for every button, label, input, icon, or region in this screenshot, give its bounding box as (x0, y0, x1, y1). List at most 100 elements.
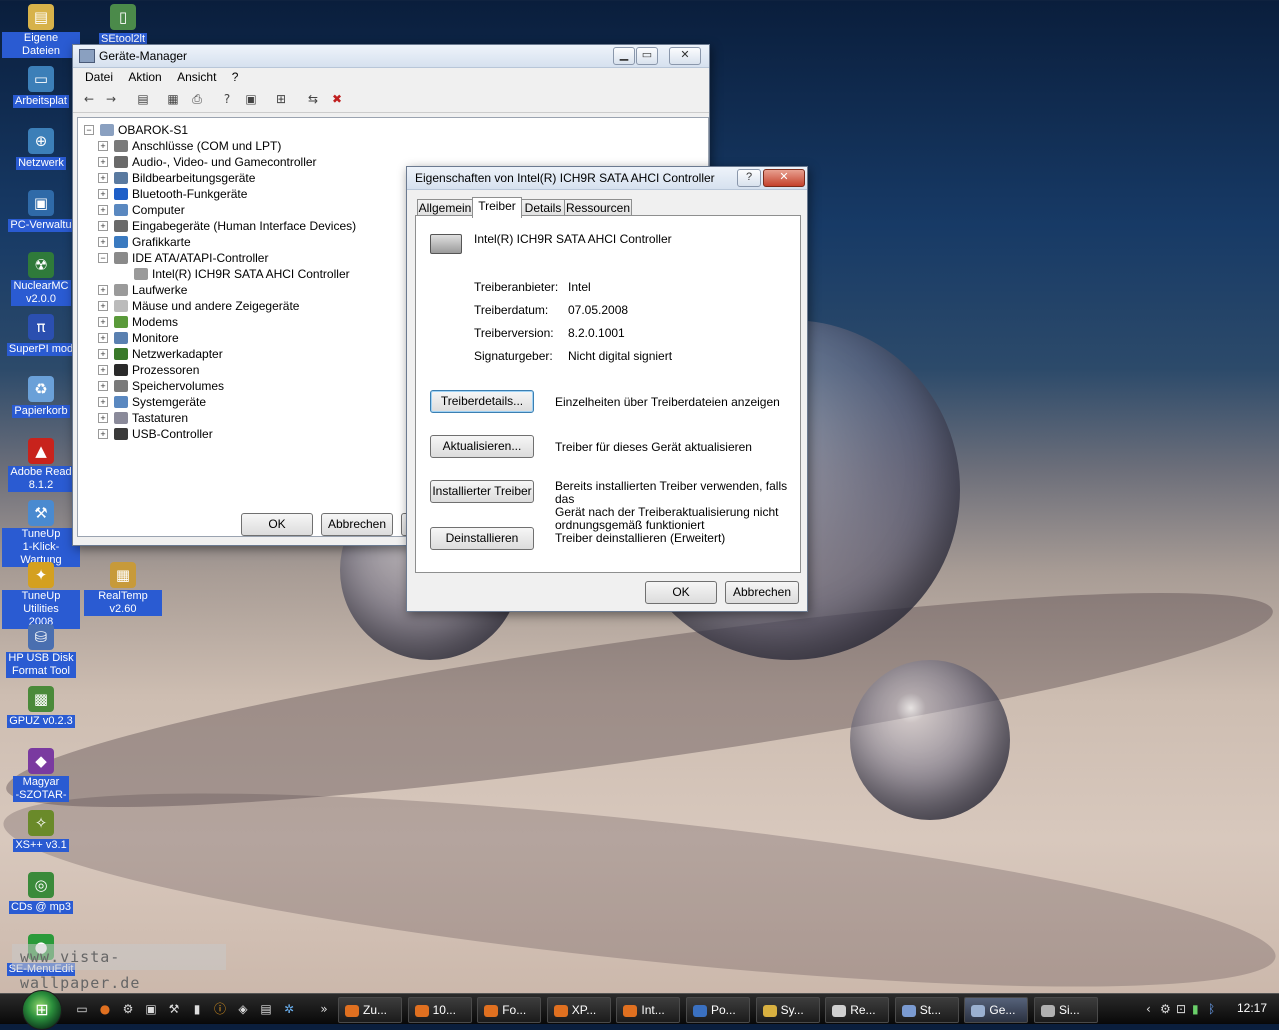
update-driver-button[interactable]: Aktualisieren... (430, 435, 534, 458)
info-icon[interactable]: ⓘ (212, 1001, 228, 1017)
back-arrow-icon[interactable]: ← (81, 92, 97, 106)
close-button[interactable]: ✕ (669, 47, 701, 65)
expand-expander[interactable]: + (98, 333, 108, 343)
print-icon[interactable]: ⎙ (189, 92, 205, 106)
bluetooth-tray-icon[interactable]: ᛒ (1208, 1001, 1215, 1017)
tray-expand-icon[interactable]: ‹ (1146, 1001, 1151, 1017)
expand-expander[interactable]: + (98, 189, 108, 199)
properties-dialog[interactable]: Eigenschaften von Intel(R) ICH9R SATA AH… (406, 166, 808, 612)
desktop-icon[interactable]: π SuperPI mod (2, 314, 80, 356)
desktop-icon[interactable]: ▩ GPUZ v0.2.3 (2, 686, 80, 728)
expand-expander[interactable]: + (98, 413, 108, 423)
network-tool-icon[interactable]: ⚒ (166, 1001, 182, 1017)
desktop-icon[interactable]: ✧ XS++ v3.1 (2, 810, 80, 852)
expand-expander[interactable]: + (98, 301, 108, 311)
forward-arrow-icon[interactable]: → (103, 92, 119, 106)
show-hide-tree-icon[interactable]: ▤ (135, 92, 151, 106)
taskbar-button[interactable]: St... (894, 997, 959, 1023)
menu-aktion[interactable]: Aktion (122, 68, 167, 84)
cpu-temp-tray-icon[interactable]: ▮ (1192, 1001, 1199, 1017)
taskbar-button[interactable]: Fo... (477, 997, 542, 1023)
help-button[interactable]: ? (737, 169, 761, 187)
expand-expander[interactable]: + (98, 397, 108, 407)
expand-expander[interactable]: + (98, 221, 108, 231)
expand-expander[interactable]: + (98, 205, 108, 215)
cancel-button[interactable]: Abbrechen (321, 513, 393, 536)
start-button[interactable]: ⊞ (22, 990, 62, 1030)
expand-expander[interactable]: + (98, 317, 108, 327)
minimize-button[interactable]: ▁ (613, 47, 635, 65)
tray-clock[interactable]: 12:17 (1237, 1001, 1267, 1015)
taskbar-button[interactable]: Int... (616, 997, 681, 1023)
taskbar-button[interactable]: Zu... (338, 997, 402, 1023)
nuclear-icon: ☢ (28, 252, 54, 278)
taskbar-button[interactable]: Sy... (755, 997, 820, 1023)
cancel-button[interactable]: Abbrechen (725, 581, 799, 604)
driver-details-button[interactable]: Treiberdetails... (430, 390, 534, 413)
taskbar-button[interactable]: Po... (686, 997, 750, 1023)
firefox-icon (484, 1004, 499, 1017)
tab-treiber[interactable]: Treiber (472, 197, 522, 218)
app-icon[interactable]: ▤ (258, 1001, 274, 1017)
desktop-icon[interactable]: ☢ NuclearMC v2.0.0 (2, 252, 80, 306)
collapse-expander[interactable]: − (98, 253, 108, 263)
expand-expander[interactable]: + (98, 173, 108, 183)
firefox-icon[interactable]: ● (97, 1001, 113, 1017)
ok-button[interactable]: OK (241, 513, 313, 536)
battery-icon[interactable]: ▮ (189, 1001, 205, 1017)
ok-button[interactable]: OK (645, 581, 717, 604)
uninstall-icon[interactable]: ✖ (329, 92, 345, 106)
settings-tray-icon[interactable]: ⚙ (1160, 1001, 1171, 1017)
desktop-icon[interactable]: ▦ RealTemp v2.60 (84, 562, 162, 616)
tree-root-label: OBAROK-S1 (118, 123, 189, 137)
settings-icon[interactable]: ⚙ (120, 1001, 136, 1017)
expand-expander[interactable]: + (98, 237, 108, 247)
scan-hardware-icon[interactable]: ⊞ (273, 92, 289, 106)
network-tray-icon[interactable]: ⊡ (1176, 1001, 1186, 1017)
desktop-icon[interactable]: ⊕ Netzwerk (2, 128, 80, 170)
menu-ansicht[interactable]: Ansicht (171, 68, 222, 84)
desktop-icon[interactable]: ◆ Magyar -SZOTAR- (2, 748, 80, 802)
menu-help[interactable]: ? (226, 68, 245, 84)
desktop-icon[interactable]: ▣ PC-Verwaltu (2, 190, 80, 232)
taskbar-button[interactable]: Ge... (964, 997, 1029, 1023)
firefox-icon (345, 1004, 359, 1017)
properties-titlebar[interactable]: Eigenschaften von Intel(R) ICH9R SATA AH… (407, 167, 807, 190)
desktop-icon[interactable]: ⛁ HP USB Disk Format Tool (2, 624, 80, 678)
more-quicklaunch-icon[interactable]: » (316, 1001, 332, 1017)
collapse-expander[interactable]: − (84, 125, 94, 135)
rollback-driver-button[interactable]: Installierter Treiber (430, 480, 534, 503)
help-icon[interactable]: ? (219, 92, 235, 106)
device-manager-titlebar[interactable]: Geräte-Manager ▁ ▭ ✕ (73, 45, 709, 68)
desktop-icon[interactable]: ▤ Eigene Dateien (2, 4, 80, 58)
expand-expander[interactable]: + (98, 429, 108, 439)
expand-expander[interactable]: + (98, 381, 108, 391)
desktop-icon[interactable]: ✦ TuneUp Utilities 2008 (2, 562, 80, 629)
maximize-button[interactable]: ▭ (636, 47, 658, 65)
expand-expander[interactable]: + (98, 157, 108, 167)
taskbar-button[interactable]: Si... (1034, 997, 1098, 1023)
expand-expander[interactable]: + (98, 349, 108, 359)
menu-datei[interactable]: Datei (79, 68, 119, 84)
uninstall-button[interactable]: Deinstallieren (430, 527, 534, 550)
desktop-icon[interactable]: ▲ Adobe Read 8.1.2 (2, 438, 80, 492)
expand-expander[interactable]: + (98, 285, 108, 295)
taskbar-button[interactable]: XP... (546, 997, 611, 1023)
show-desktop-icon[interactable]: ▭ (74, 1001, 90, 1017)
taskbar-button[interactable]: 10... (407, 997, 472, 1023)
view-icon[interactable]: ▣ (243, 92, 259, 106)
desktop-icon[interactable]: ▭ Arbeitsplat (2, 66, 80, 108)
desktop-icon[interactable]: ♻ Papierkorb (2, 376, 80, 418)
expand-expander[interactable]: + (98, 365, 108, 375)
properties-icon[interactable]: ▦ (165, 92, 181, 106)
diamond-icon[interactable]: ◈ (235, 1001, 251, 1017)
update-driver-icon[interactable]: ⇆ (305, 92, 321, 106)
tool-icon[interactable]: ▣ (143, 1001, 159, 1017)
snowflake-icon[interactable]: ✲ (281, 1001, 297, 1017)
desktop-icon[interactable]: ⚒ TuneUp 1-Klick-Wartung (2, 500, 80, 567)
close-button[interactable]: ✕ (763, 169, 805, 187)
expand-expander[interactable]: + (98, 141, 108, 151)
desktop-icon[interactable]: ◎ CDs @ mp3 (2, 872, 80, 914)
desktop-icon[interactable]: ▯ SEtool2lt (84, 4, 162, 46)
taskbar-button[interactable]: Re... (825, 997, 890, 1023)
